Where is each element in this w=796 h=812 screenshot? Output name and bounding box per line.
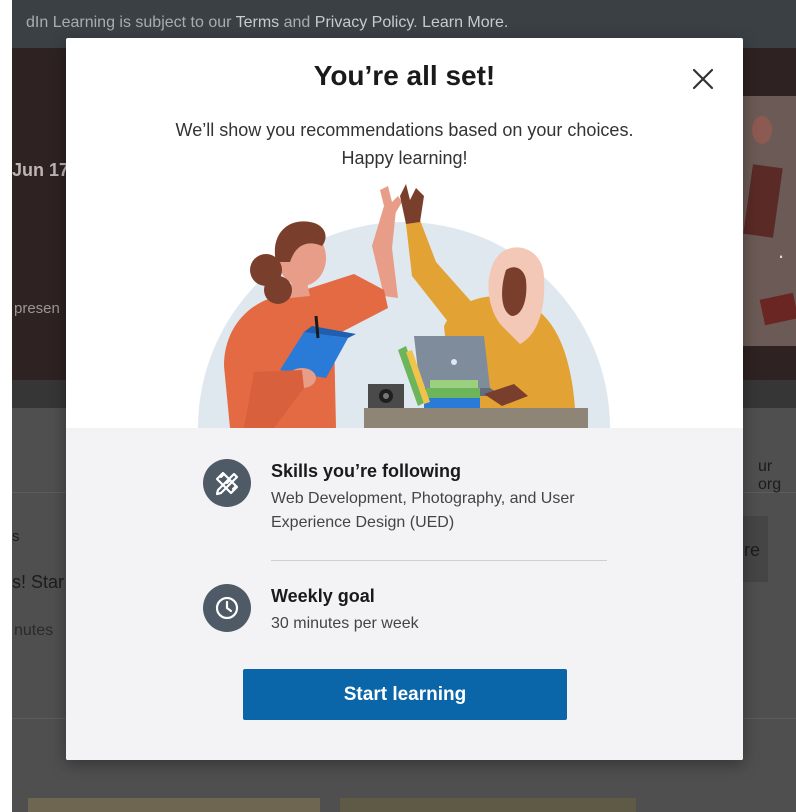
high-five-illustration bbox=[198, 184, 610, 428]
hero-present-text: presen bbox=[14, 300, 60, 317]
course-thumbnail[interactable] bbox=[340, 798, 636, 812]
skills-title: Skills you’re following bbox=[271, 461, 462, 481]
hero-date: Jun 17, bbox=[12, 160, 75, 180]
learn-more-link[interactable]: Learn More. bbox=[422, 14, 508, 31]
skills-description: Web Development, Photography, and User E… bbox=[271, 490, 575, 531]
onboarding-complete-dialog: You’re all set! We’ll show you recommend… bbox=[66, 38, 743, 760]
summary-divider bbox=[271, 560, 607, 561]
side-card-label: re bbox=[744, 540, 761, 560]
subtitle-line: We’ll show you recommendations based on … bbox=[175, 120, 634, 140]
minutes-text: nutes bbox=[14, 622, 54, 639]
section-heading: s! Star bbox=[12, 572, 65, 592]
close-button[interactable] bbox=[688, 64, 718, 94]
course-thumbnail[interactable] bbox=[28, 798, 320, 812]
dialog-title: You’re all set! bbox=[313, 60, 496, 91]
left-edge bbox=[0, 0, 12, 812]
privacy-policy-link[interactable]: Privacy Policy bbox=[315, 14, 413, 31]
terms-link[interactable]: Terms bbox=[236, 14, 280, 31]
clock-icon bbox=[215, 596, 239, 620]
close-icon bbox=[692, 68, 714, 90]
weekly-goal-description: 30 minutes per week bbox=[271, 615, 419, 632]
terms-banner-text: dIn Learning is subject to our Terms and… bbox=[26, 14, 509, 31]
dialog-subtitle: We’ll show you recommendations based on … bbox=[66, 116, 743, 172]
weekly-goal-title: Weekly goal bbox=[271, 586, 375, 606]
org-link[interactable]: ur org bbox=[758, 458, 796, 494]
goal-icon-badge bbox=[203, 584, 251, 632]
hero-artwork bbox=[742, 96, 796, 346]
pencil-ruler-icon bbox=[215, 471, 239, 496]
more-dots: . bbox=[778, 238, 785, 263]
section-label: s bbox=[12, 528, 20, 545]
skills-icon-badge bbox=[203, 459, 251, 507]
start-learning-button[interactable]: Start learning bbox=[243, 669, 567, 720]
